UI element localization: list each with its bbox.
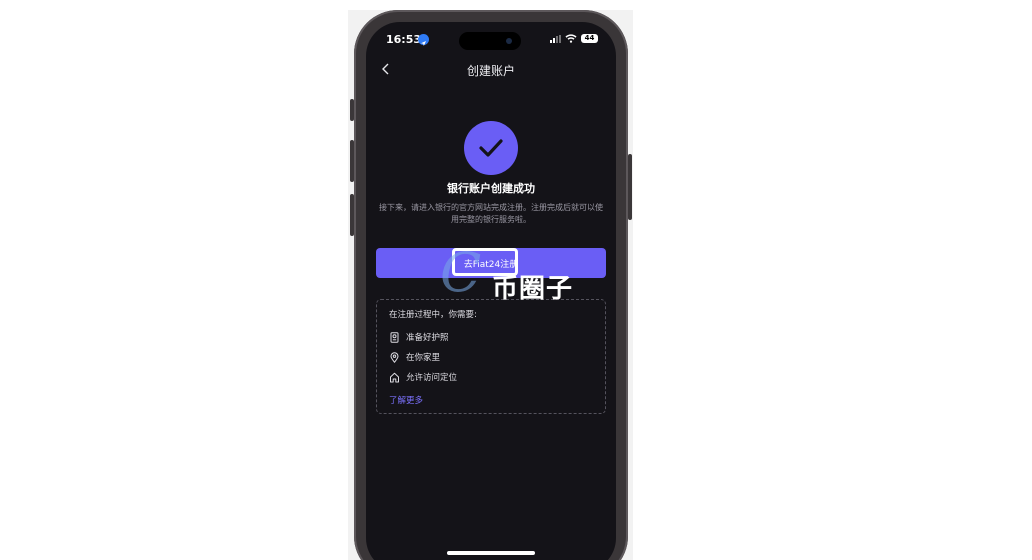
watermark-c-mark: C bbox=[440, 241, 482, 304]
dynamic-island bbox=[459, 32, 521, 50]
requirement-item: 准备好护照 bbox=[389, 331, 449, 343]
requirement-item: 在你家里 bbox=[389, 351, 440, 363]
learn-more-link[interactable]: 了解更多 bbox=[389, 394, 423, 406]
home-icon bbox=[390, 372, 399, 382]
home-indicator[interactable] bbox=[447, 551, 535, 555]
requirements-heading: 在注册过程中，你需要: bbox=[389, 310, 477, 320]
success-check-icon bbox=[464, 121, 518, 175]
watermark-text: 币圈子 bbox=[492, 274, 574, 304]
requirement-label: 准备好护照 bbox=[406, 333, 449, 343]
stage: 16:53 44 创建账户 银行账户创建成功 接下来，请进入银行的官方网站完成注… bbox=[0, 0, 1032, 560]
camera-icon bbox=[506, 38, 512, 44]
phone-power-button bbox=[628, 154, 632, 220]
wifi-icon bbox=[565, 34, 577, 43]
status-indicators: 44 bbox=[550, 34, 598, 43]
watermark-logo: C 币圈子 bbox=[440, 246, 590, 306]
requirements-card: 在注册过程中，你需要: 准备好护照 在你家里 允许访问定位 了解更多 bbox=[376, 299, 606, 414]
passport-icon bbox=[390, 331, 399, 343]
requirement-label: 在你家里 bbox=[406, 353, 441, 363]
location-pin-icon bbox=[390, 351, 399, 363]
requirement-item: 允许访问定位 bbox=[389, 371, 457, 383]
battery-icon: 44 bbox=[581, 34, 598, 43]
cellular-signal-icon bbox=[550, 34, 561, 43]
success-description: 接下来，请进入银行的官方网站完成注册。注册完成后就可以使用完整的银行服务啦。 bbox=[379, 203, 603, 224]
requirement-label: 允许访问定位 bbox=[406, 373, 458, 383]
success-title: 银行账户创建成功 bbox=[447, 182, 535, 195]
status-time: 16:53 bbox=[386, 33, 422, 46]
page-title: 创建账户 bbox=[466, 64, 515, 78]
location-arrow-icon bbox=[418, 34, 429, 46]
